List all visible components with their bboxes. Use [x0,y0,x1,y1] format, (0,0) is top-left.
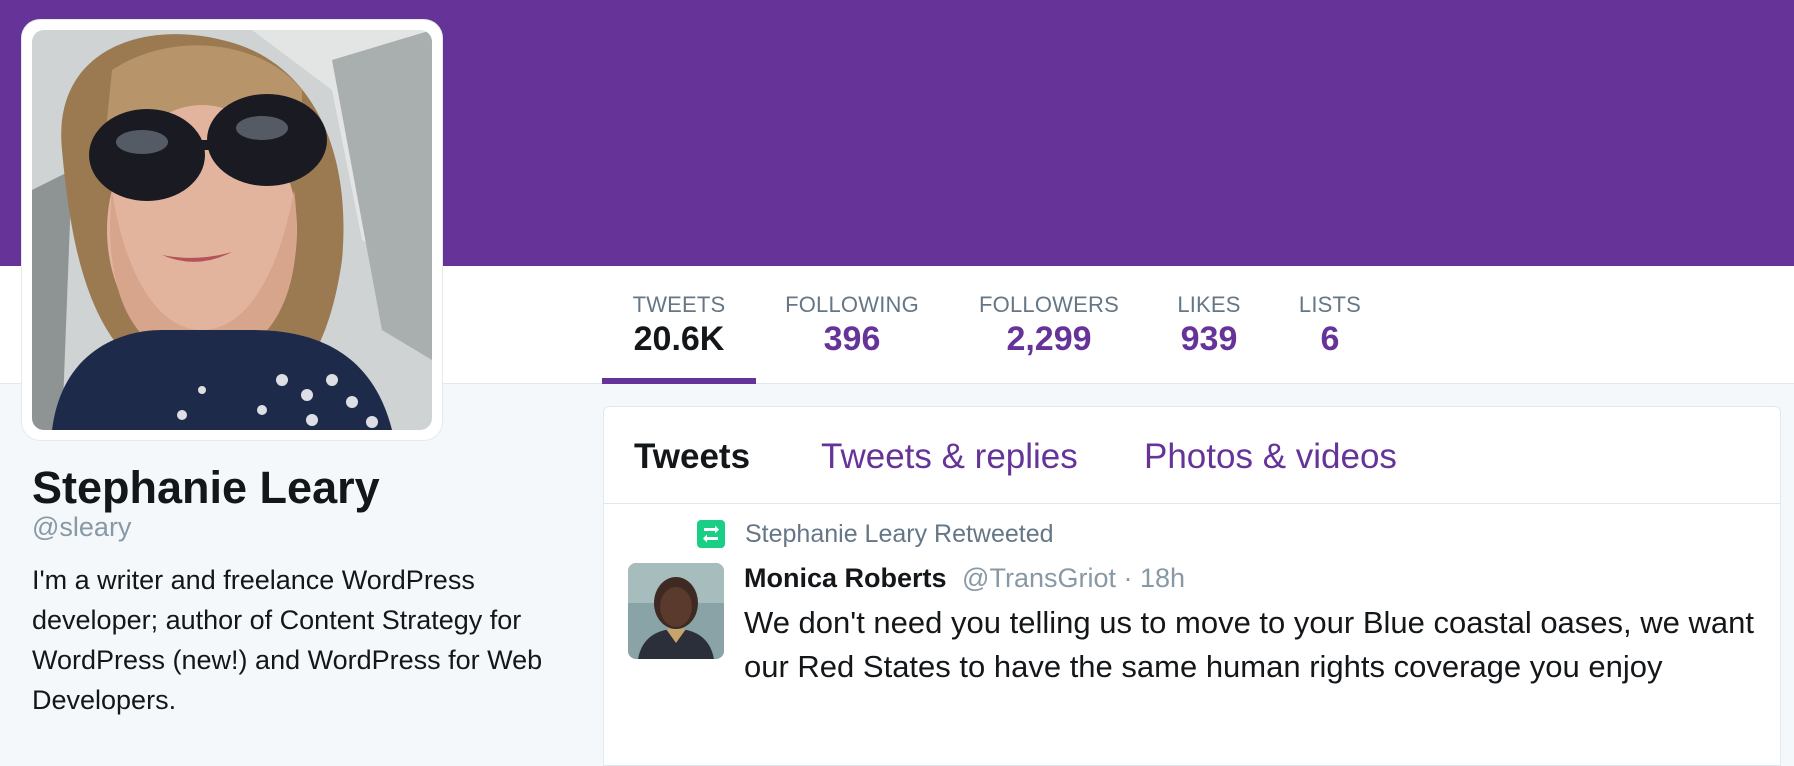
tab-photos-videos[interactable]: Photos & videos [1144,437,1397,477]
tweet-separator: · [1123,563,1133,593]
stat-following-value: 396 [823,320,881,358]
timeline-tabs: Tweets Tweets & replies Photos & videos [604,407,1780,504]
retweet-context-text[interactable]: Stephanie Leary Retweeted [745,520,1054,549]
retweet-icon [697,520,725,548]
tweet-header: Monica Roberts @TransGriot · 18h [744,563,1185,594]
stat-likes-label: LIKES [1177,292,1241,317]
timeline: Tweets Tweets & replies Photos & videos … [603,406,1781,766]
profile-name[interactable]: Stephanie Leary [32,462,380,514]
stat-following[interactable]: FOLLOWING 396 [780,266,924,384]
stat-followers[interactable]: FOLLOWERS 2,299 [974,266,1124,384]
tweet-author-avatar[interactable] [628,563,724,659]
retweet-context: Stephanie Leary Retweeted [697,519,1054,549]
stat-following-label: FOLLOWING [785,292,919,317]
profile-avatar-frame [22,20,442,440]
profile-avatar[interactable] [32,30,432,430]
profile-handle[interactable]: @sleary [32,512,131,543]
tab-tweets[interactable]: Tweets [634,437,750,477]
active-tab-indicator [602,378,756,384]
tab-tweets-replies[interactable]: Tweets & replies [821,437,1078,477]
tweet-text: We don't need you telling us to move to … [744,605,1754,684]
stat-tweets[interactable]: TWEETS 20.6K [602,266,756,384]
stat-followers-value: 2,299 [1006,320,1092,358]
stat-tweets-label: TWEETS [632,292,726,317]
tweet-author-name[interactable]: Monica Roberts [744,563,947,593]
stat-likes-value: 939 [1180,320,1238,358]
stat-lists-value: 6 [1320,320,1340,358]
tweet-timestamp[interactable]: 18h [1140,563,1185,593]
stat-lists[interactable]: LISTS 6 [1292,266,1368,384]
stat-tweets-value: 20.6K [633,320,725,358]
stat-lists-label: LISTS [1298,292,1362,317]
stat-followers-label: FOLLOWERS [979,292,1119,317]
profile-bio: I'm a writer and freelance WordPress dev… [32,565,543,715]
stat-likes[interactable]: LIKES 939 [1170,266,1248,384]
tweet-author-handle[interactable]: @TransGriot [962,563,1116,593]
